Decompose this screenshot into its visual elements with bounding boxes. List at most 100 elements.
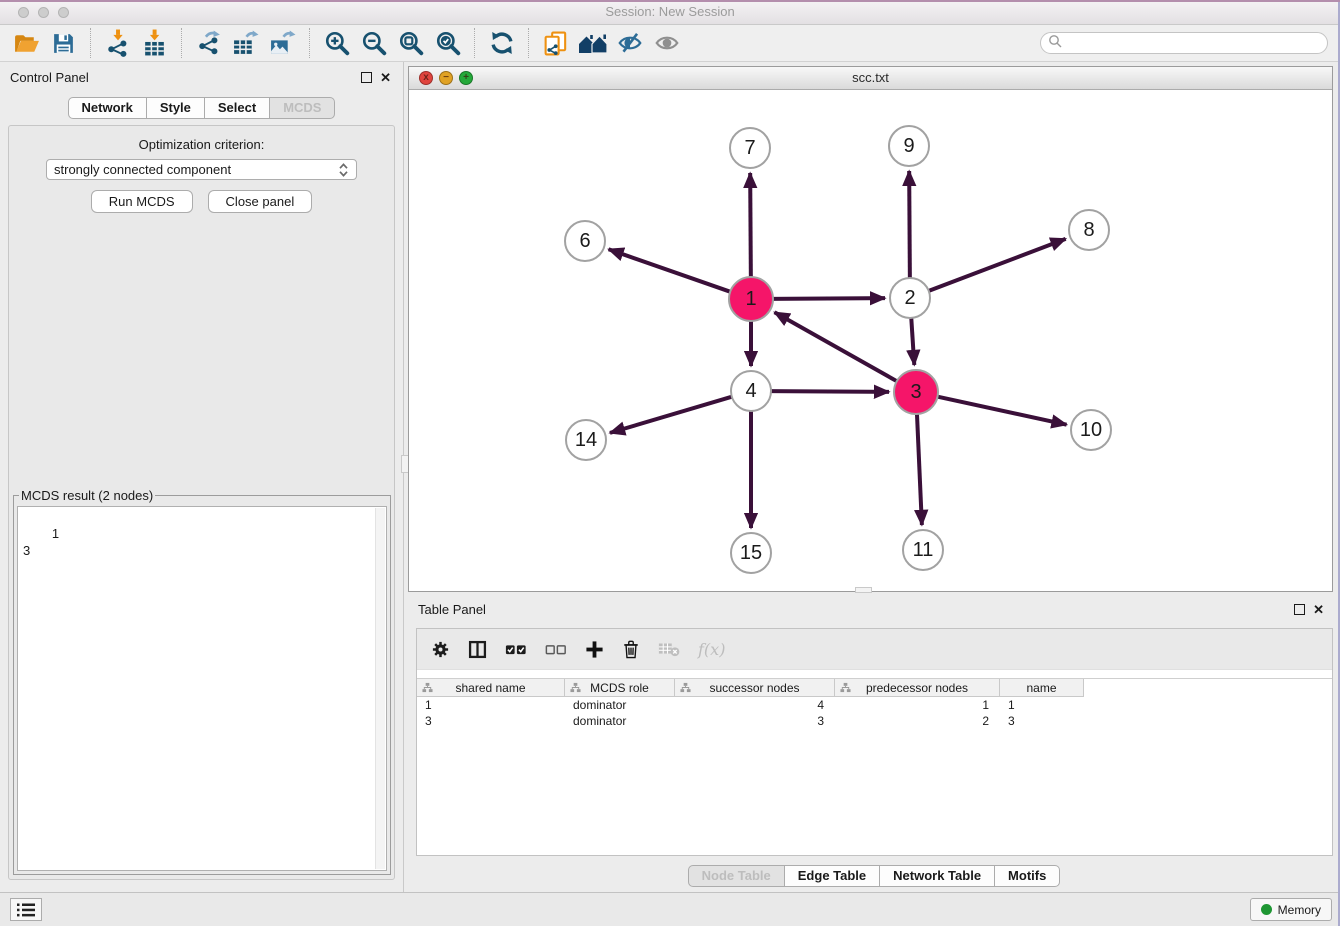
delete-columns-button[interactable]	[622, 639, 640, 659]
network-canvas[interactable]: 7 9 6 8 1 2 4 3 14 10 15 11	[409, 90, 1332, 592]
select-all-checkboxes-button[interactable]	[505, 642, 527, 657]
column-header-name[interactable]: name	[1000, 679, 1084, 697]
table-tab-network-table[interactable]: Network Table	[880, 865, 995, 887]
tab-select[interactable]: Select	[205, 97, 270, 119]
column-header-shared-name[interactable]: shared name	[417, 679, 565, 697]
graph-node-10[interactable]: 10	[1071, 410, 1111, 450]
task-history-button[interactable]	[10, 898, 42, 921]
column-header-mcds-role[interactable]: MCDS role	[565, 679, 675, 697]
graph-edge-3-10[interactable]	[937, 396, 1067, 424]
result-scrollbar[interactable]	[375, 508, 385, 869]
table-cell[interactable]: dominator	[565, 697, 675, 713]
zoom-in-button[interactable]	[318, 26, 355, 60]
import-network-button[interactable]	[99, 26, 136, 60]
graph-edge-2-8[interactable]	[928, 239, 1066, 291]
graph-node-11[interactable]: 11	[903, 530, 943, 570]
delete-columns-icon	[622, 639, 640, 659]
table-panel-title: Table Panel	[418, 602, 486, 617]
table-cell[interactable]: 3	[1000, 713, 1084, 729]
float-panel-icon[interactable]	[361, 72, 372, 83]
main-toolbar	[0, 25, 1340, 62]
search-box	[1040, 32, 1328, 54]
graph-edge-2-9[interactable]	[909, 171, 910, 279]
window-top-accent	[0, 0, 1340, 2]
table-cell[interactable]: 3	[417, 713, 565, 729]
table-cell[interactable]: 1	[1000, 697, 1084, 713]
zoom-selected-button[interactable]	[429, 26, 466, 60]
horizontal-split-divider[interactable]	[855, 587, 872, 593]
network-window-maximize-button[interactable]: +	[459, 71, 473, 85]
tab-style[interactable]: Style	[147, 97, 205, 119]
network-window-close-button[interactable]: x	[419, 71, 433, 85]
close-table-panel-icon[interactable]: ✕	[1313, 603, 1324, 616]
column-header-predecessor-nodes[interactable]: predecessor nodes	[835, 679, 1000, 697]
table-row[interactable]: 1dominator411	[417, 697, 1332, 713]
float-table-panel-icon[interactable]	[1294, 604, 1305, 615]
open-session-button[interactable]	[8, 26, 45, 60]
node-table-container: f(x) shared nameMCDS rolesuccessor nodes…	[416, 628, 1333, 856]
preview-graphics-button[interactable]	[648, 26, 685, 60]
graph-edge-1-7[interactable]	[750, 173, 751, 278]
table-tab-node-table[interactable]: Node Table	[688, 865, 785, 887]
graph-node-8[interactable]: 8	[1069, 210, 1109, 250]
close-panel-icon[interactable]: ✕	[380, 71, 391, 84]
run-mcds-button[interactable]: Run MCDS	[91, 190, 193, 213]
export-network-button[interactable]	[190, 26, 227, 60]
graph-node-15[interactable]: 15	[731, 533, 771, 573]
graph-node-9[interactable]: 9	[889, 126, 929, 166]
memory-button[interactable]: Memory	[1250, 898, 1332, 921]
column-header-successor-nodes[interactable]: successor nodes	[675, 679, 835, 697]
toggle-graphics-details-button[interactable]	[611, 26, 648, 60]
tab-network[interactable]: Network	[68, 97, 147, 119]
search-input[interactable]	[1066, 33, 1327, 53]
export-image-button[interactable]	[264, 26, 301, 60]
criterion-select[interactable]: strongly connected component	[46, 159, 357, 180]
graph-edge-3-1[interactable]	[775, 312, 898, 381]
graph-edge-4-14[interactable]	[610, 396, 733, 432]
graph-node-2[interactable]: 2	[890, 278, 930, 318]
optimization-criterion-label: Optimization criterion:	[9, 137, 394, 152]
table-cell[interactable]: 1	[417, 697, 565, 713]
table-cell[interactable]: dominator	[565, 713, 675, 729]
graph-node-label: 14	[575, 429, 597, 451]
graph-edge-3-11[interactable]	[917, 413, 922, 525]
refresh-layout-button[interactable]	[483, 26, 520, 60]
network-window-minimize-button[interactable]: −	[439, 71, 453, 85]
clear-checkboxes-button[interactable]	[545, 642, 567, 657]
clone-network-button[interactable]	[537, 26, 574, 60]
zoom-out-button[interactable]	[355, 26, 392, 60]
graph-node-1[interactable]: 1	[729, 277, 773, 321]
zoom-fit-icon	[398, 30, 424, 56]
import-table-button[interactable]	[136, 26, 173, 60]
graph-node-14[interactable]: 14	[566, 420, 606, 460]
table-cell[interactable]: 2	[835, 713, 1000, 729]
table-tab-motifs[interactable]: Motifs	[995, 865, 1060, 887]
tab-mcds[interactable]: MCDS	[270, 97, 335, 119]
table-cell[interactable]: 4	[675, 697, 835, 713]
toggle-panes-button[interactable]	[468, 640, 487, 659]
graph-edge-4-3[interactable]	[770, 391, 889, 392]
graph-edge-1-6[interactable]	[609, 249, 732, 292]
graph-edge-2-3[interactable]	[911, 317, 914, 365]
memory-status-icon	[1261, 904, 1272, 915]
graph-edge-1-2[interactable]	[772, 298, 885, 299]
select-stepper-icon	[338, 162, 349, 178]
graph-node-3[interactable]: 3	[894, 370, 938, 414]
toggle-graphics-details-icon	[617, 30, 643, 56]
graph-node-label: 4	[745, 380, 756, 402]
mcds-result-text[interactable]: 1 3	[17, 506, 387, 871]
table-row[interactable]: 3dominator323	[417, 713, 1332, 729]
table-tab-edge-table[interactable]: Edge Table	[785, 865, 880, 887]
graph-node-6[interactable]: 6	[565, 221, 605, 261]
export-table-button[interactable]	[227, 26, 264, 60]
settings-gear-button[interactable]	[431, 640, 450, 659]
graph-node-7[interactable]: 7	[730, 128, 770, 168]
create-column-button[interactable]	[585, 640, 604, 659]
table-cell[interactable]: 1	[835, 697, 1000, 713]
table-cell[interactable]: 3	[675, 713, 835, 729]
home-button[interactable]	[574, 26, 611, 60]
close-panel-button[interactable]: Close panel	[208, 190, 313, 213]
save-session-button[interactable]	[45, 26, 82, 60]
zoom-fit-button[interactable]	[392, 26, 429, 60]
graph-node-4[interactable]: 4	[731, 371, 771, 411]
